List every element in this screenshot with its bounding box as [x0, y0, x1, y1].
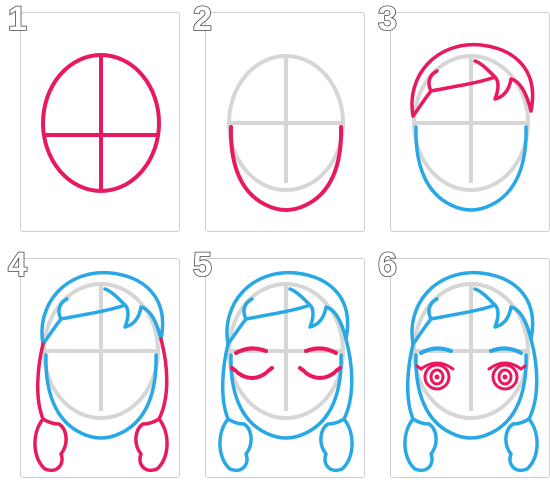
step-panel-6: [390, 258, 550, 478]
step-panel-4: [20, 258, 180, 478]
step-number-1: 1: [7, 0, 28, 38]
step-number-6: 6: [377, 246, 398, 284]
step-number-5: 5: [192, 246, 213, 284]
eyes-drawing: [403, 270, 539, 473]
step-panel-3: [390, 12, 550, 232]
step-number-2: 2: [192, 0, 213, 38]
face-shape-drawing: [227, 54, 345, 212]
step-panel-1: [20, 12, 180, 232]
step-number-3: 3: [377, 0, 398, 38]
step-number-4: 4: [7, 246, 28, 284]
side-hair-braids-drawing: [33, 270, 169, 473]
eyebrows-eyelids-drawing: [218, 270, 354, 473]
step-panel-2: [205, 12, 365, 232]
step-panel-5: [205, 258, 365, 478]
hair-bangs-drawing: [410, 42, 535, 212]
face-oval-drawing: [41, 53, 161, 193]
